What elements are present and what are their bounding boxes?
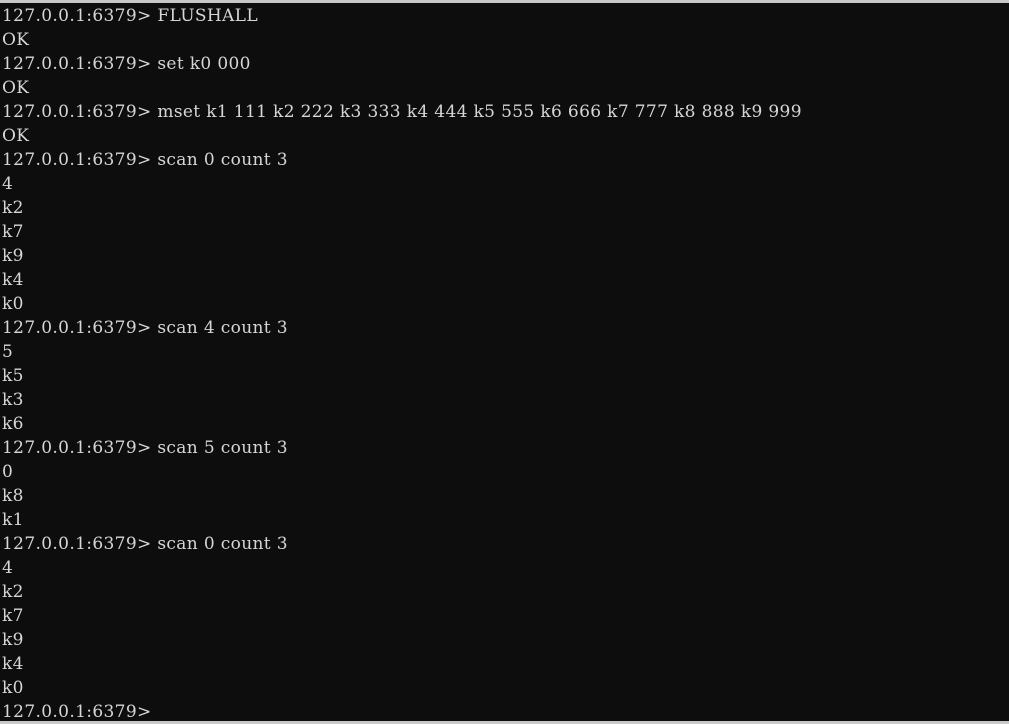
output-text: k7 — [2, 222, 24, 242]
terminal-prompt-line: 127.0.0.1:6379> set k0 000 — [2, 52, 1009, 76]
terminal-output-line: k2 — [2, 580, 1009, 604]
terminal-output-line: k2 — [2, 196, 1009, 220]
output-text: k7 — [2, 606, 24, 626]
shell-prompt: 127.0.0.1:6379> — [2, 318, 152, 338]
output-text: k0 — [2, 294, 24, 314]
terminal-output-line: k7 — [2, 604, 1009, 628]
terminal-prompt-line: 127.0.0.1:6379> scan 0 count 3 — [2, 532, 1009, 556]
output-text: k3 — [2, 390, 24, 410]
shell-prompt: 127.0.0.1:6379> — [2, 102, 152, 122]
output-text: k2 — [2, 582, 24, 602]
terminal-output-line: k6 — [2, 412, 1009, 436]
shell-command: scan 0 count 3 — [151, 534, 288, 554]
terminal-output-line: OK — [2, 124, 1009, 148]
output-text: OK — [2, 78, 30, 98]
terminal-output-line: k9 — [2, 628, 1009, 652]
terminal-prompt-line: 127.0.0.1:6379> scan 5 count 3 — [2, 436, 1009, 460]
terminal-output-line: k0 — [2, 676, 1009, 700]
terminal-output-line: 4 — [2, 556, 1009, 580]
shell-command: set k0 000 — [151, 54, 251, 74]
shell-command: FLUSHALL — [151, 6, 258, 26]
output-text: k8 — [2, 486, 24, 506]
terminal-output-line: OK — [2, 28, 1009, 52]
output-text: 4 — [2, 558, 14, 578]
terminal-prompt-line: 127.0.0.1:6379> — [2, 700, 1009, 722]
terminal-output-line: OK — [2, 76, 1009, 100]
terminal-prompt-line: 127.0.0.1:6379> scan 4 count 3 — [2, 316, 1009, 340]
output-text: k9 — [2, 246, 24, 266]
shell-command: scan 0 count 3 — [151, 150, 288, 170]
terminal-window[interactable]: 127.0.0.1:6379> FLUSHALL OK 127.0.0.1:6379… — [0, 0, 1009, 724]
terminal-output-line: k4 — [2, 652, 1009, 676]
output-text: 4 — [2, 174, 14, 194]
output-text: k2 — [2, 198, 24, 218]
terminal-prompt-line: 127.0.0.1:6379> mset k1 111 k2 222 k3 33… — [2, 100, 1009, 124]
output-text: OK — [2, 30, 30, 50]
shell-prompt: 127.0.0.1:6379> — [2, 150, 152, 170]
shell-prompt: 127.0.0.1:6379> — [2, 702, 152, 722]
output-text: k4 — [2, 270, 24, 290]
output-text: k6 — [2, 414, 24, 434]
terminal-output-line: 4 — [2, 172, 1009, 196]
shell-prompt: 127.0.0.1:6379> — [2, 438, 152, 458]
terminal-output-line: k4 — [2, 268, 1009, 292]
output-text: k0 — [2, 678, 24, 698]
output-text: k5 — [2, 366, 24, 386]
terminal-output-line: k3 — [2, 388, 1009, 412]
terminal-prompt-line: 127.0.0.1:6379> FLUSHALL — [2, 4, 1009, 28]
terminal-output-line: k7 — [2, 220, 1009, 244]
terminal-prompt-line: 127.0.0.1:6379> scan 0 count 3 — [2, 148, 1009, 172]
output-text: 0 — [2, 462, 14, 482]
terminal-output-line: k5 — [2, 364, 1009, 388]
terminal-output-line: k0 — [2, 292, 1009, 316]
shell-command: scan 4 count 3 — [151, 318, 288, 338]
shell-prompt: 127.0.0.1:6379> — [2, 6, 152, 26]
terminal-output-line: k1 — [2, 508, 1009, 532]
output-text: k1 — [2, 510, 24, 530]
terminal-output-line: 5 — [2, 340, 1009, 364]
output-text: 5 — [2, 342, 14, 362]
output-text: k4 — [2, 654, 24, 674]
shell-prompt: 127.0.0.1:6379> — [2, 534, 152, 554]
terminal-output-line: k9 — [2, 244, 1009, 268]
shell-command: scan 5 count 3 — [151, 438, 288, 458]
output-text: OK — [2, 126, 30, 146]
terminal-output-line: 0 — [2, 460, 1009, 484]
shell-prompt: 127.0.0.1:6379> — [2, 54, 152, 74]
output-text: k9 — [2, 630, 24, 650]
terminal-output-line: k8 — [2, 484, 1009, 508]
shell-command: mset k1 111 k2 222 k3 333 k4 444 k5 555 … — [151, 102, 802, 122]
